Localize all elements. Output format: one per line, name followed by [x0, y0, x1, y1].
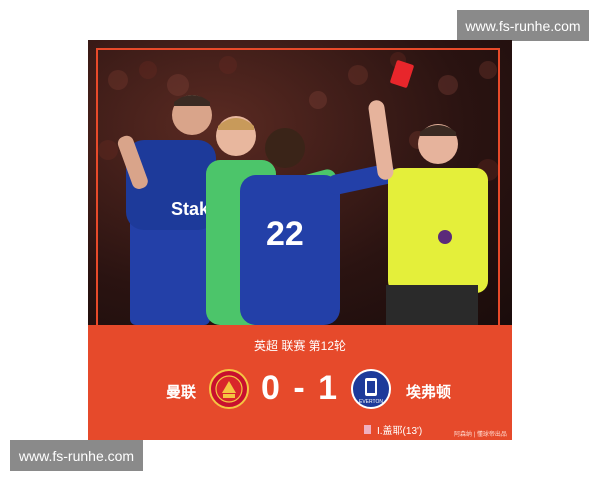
- premier-league-lion-icon: [438, 230, 452, 244]
- red-card-event: I.盖耶(13'): [364, 422, 422, 437]
- everton-player-left: Stake: [117, 95, 219, 325]
- credit-text: 阿森纳 | 懂球帝出品: [454, 432, 507, 438]
- everton-crest-icon: EVERTON: [351, 369, 391, 409]
- score-banner: 英超 联赛 第12轮 曼联 0 - 1 EVERTON 埃弗顿 I.盖耶(13'…: [88, 325, 512, 440]
- away-team-name: 埃弗顿: [406, 384, 452, 401]
- referee: [368, 60, 488, 325]
- red-card-player: I.盖耶(13'): [377, 426, 423, 437]
- svg-text:22: 22: [266, 215, 304, 253]
- match-photo: Stake 22: [88, 40, 512, 325]
- red-card-icon: [364, 425, 371, 434]
- match-card: Stake 22 英超 联赛 第12轮 曼联 0 - 1 EVERTON 埃弗顿…: [88, 40, 512, 440]
- league-round: 英超 联赛 第12轮: [253, 339, 347, 353]
- photo-illustration: Stake 22: [98, 52, 499, 325]
- watermark-bottom: www.fs-runhe.com: [10, 440, 143, 471]
- everton-player-22: 22: [240, 128, 396, 325]
- final-score: 0 - 1: [260, 369, 340, 407]
- manchester-united-crest-icon: [209, 369, 249, 409]
- watermark-top: www.fs-runhe.com: [457, 10, 589, 41]
- home-team-name: 曼联: [166, 384, 197, 401]
- svg-text:EVERTON: EVERTON: [359, 399, 383, 405]
